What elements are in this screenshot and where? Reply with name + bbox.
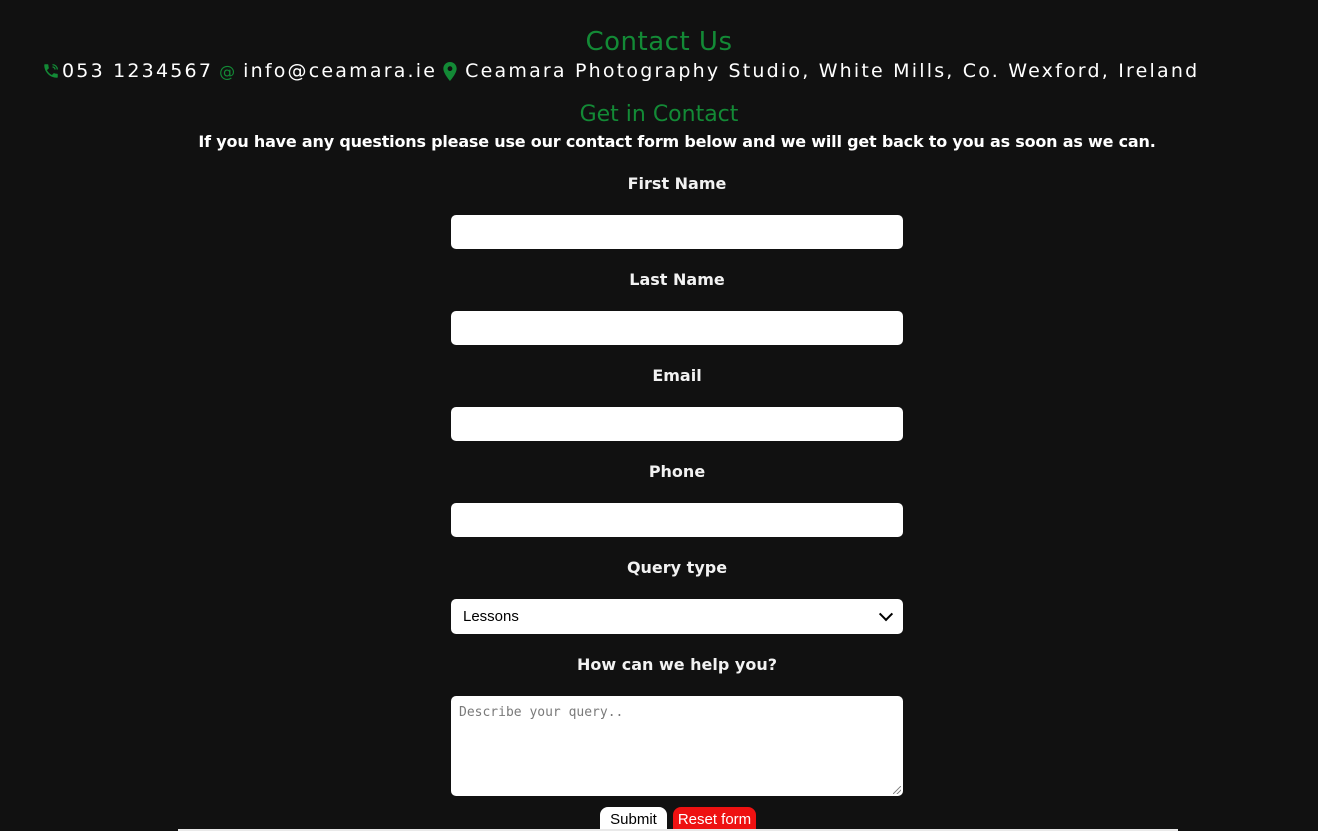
phone-number[interactable]: 053 1234567 bbox=[62, 60, 213, 82]
last-name-label: Last Name bbox=[629, 270, 725, 289]
map-pin-icon bbox=[443, 61, 457, 81]
email-input[interactable] bbox=[451, 407, 903, 441]
phone-icon bbox=[42, 62, 60, 80]
contact-info-line: 053 1234567 @ info@ceamara.ie Ceamara Ph… bbox=[42, 58, 1318, 84]
query-type-selected-value: Lessons bbox=[463, 608, 519, 625]
intro-text: If you have any questions please use our… bbox=[198, 132, 1156, 151]
phone-input[interactable] bbox=[451, 503, 903, 537]
at-sign-icon: @ bbox=[219, 61, 236, 81]
page-title: Contact Us bbox=[585, 27, 733, 57]
query-type-label: Query type bbox=[626, 558, 728, 577]
studio-address: Ceamara Photography Studio, White Mills,… bbox=[465, 60, 1200, 82]
query-type-select[interactable]: Lessons bbox=[451, 599, 903, 634]
message-textarea[interactable]: Describe your query.. bbox=[451, 696, 903, 796]
contact-page: Contact Us 053 1234567 @ info@ceamara.ie… bbox=[0, 0, 1318, 831]
message-label: How can we help you? bbox=[576, 655, 778, 674]
first-name-label: First Name bbox=[627, 174, 727, 193]
last-name-input[interactable] bbox=[451, 311, 903, 345]
email-label: Email bbox=[652, 366, 702, 385]
chevron-down-icon bbox=[878, 606, 894, 621]
message-placeholder: Describe your query.. bbox=[459, 705, 624, 720]
resize-handle-icon[interactable] bbox=[893, 786, 901, 794]
submit-button[interactable]: Submit bbox=[600, 807, 667, 831]
phone-label: Phone bbox=[648, 462, 706, 481]
email-address[interactable]: info@ceamara.ie bbox=[243, 60, 437, 82]
reset-form-button[interactable]: Reset form bbox=[673, 807, 756, 831]
first-name-input[interactable] bbox=[451, 215, 903, 249]
section-title: Get in Contact bbox=[579, 102, 739, 127]
